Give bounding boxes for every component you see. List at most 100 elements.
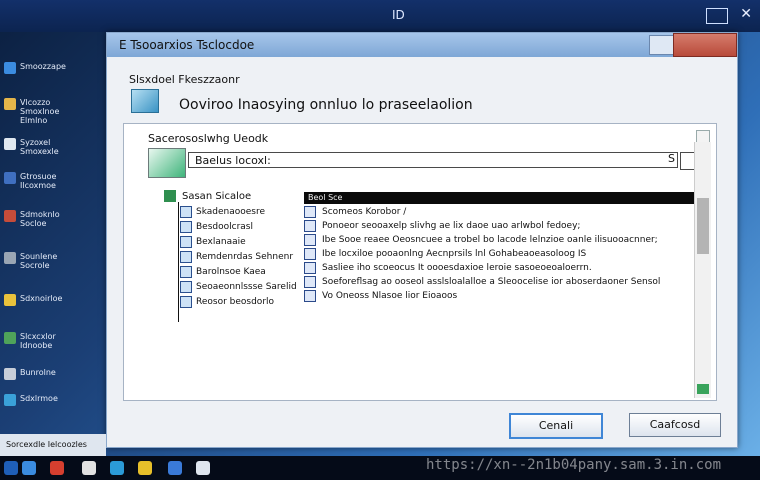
desktop-icon-3[interactable]: Gtrosuoe Ilcoxmoe: [4, 172, 56, 190]
item-icon: [180, 206, 192, 218]
item-icon: [180, 296, 192, 308]
scrollbar-thumb[interactable]: [697, 198, 709, 254]
list-item-icon: [304, 276, 316, 288]
watermark-url: https://xn--2n1b04pany.sam.3.in.com: [426, 457, 722, 473]
list-item-label: Ponoeor seooaxelp slivhg ae lix daoe uao…: [322, 221, 581, 231]
explorer-icon[interactable]: [110, 461, 124, 475]
drive-icon: [4, 252, 16, 264]
installer-icon: [131, 89, 159, 113]
close-button[interactable]: [673, 33, 737, 57]
dialog-titlebar[interactable]: E Tsooarxios Tsclocdoe: [107, 33, 737, 57]
folder-icon: [4, 98, 16, 110]
desktop-icon-4[interactable]: Sdmoknlo Socloe: [4, 210, 60, 228]
tree-item[interactable]: Bexlanaaie: [180, 236, 246, 248]
top-window-strip: ID ✕: [0, 0, 760, 32]
list-item-icon: [304, 234, 316, 246]
item-icon: [180, 251, 192, 263]
cancel-button[interactable]: Caafcosd: [629, 413, 721, 437]
list-item[interactable]: Scomeos Korobor /: [304, 206, 406, 218]
list-item[interactable]: Ibe Sooe reaee Oeosncuee a trobel bo lac…: [304, 234, 658, 246]
tree-root[interactable]: Sasan Sicaloe: [164, 190, 251, 202]
list-item[interactable]: Vo Oneoss Nlasoe lior Eioaoos: [304, 290, 457, 302]
desktop-icon-label: Sounlene Socrole: [20, 252, 58, 270]
tree-item[interactable]: Skadenaooesre: [180, 206, 265, 218]
desktop-icon-label: Sdmoknlo Socloe: [20, 210, 60, 228]
desktop-icon-column: Smoozzape Vlcozzo Smoxlnoe Elmlno Syzoxel Smo…: [0, 32, 106, 442]
tree-item-label: Skadenaooesre: [196, 207, 266, 217]
settings-icon: [4, 332, 16, 344]
tree-item-label: Besdoolcrasl: [196, 222, 253, 232]
desktop-icon-label: Gtrosuoe Ilcoxmoe: [20, 172, 57, 190]
list-item-icon: [304, 290, 316, 302]
header-text: Ooviroo Inaosying onnluo lo praseelaolio…: [179, 97, 473, 113]
chrome-icon[interactable]: [138, 461, 152, 475]
tree-item-label: Remdenrdas Sehnenr: [196, 252, 294, 262]
list-item-label: Ibe Sooe reaee Oeosncuee a trobel bo lac…: [322, 235, 658, 245]
content-panel: Sacerososlwhg Ueodk Baelus locoxl: S Sas…: [123, 123, 717, 401]
tree-item[interactable]: Seoaeonnlssse Sarelid: [180, 281, 297, 293]
desktop-icon-label: Bunrolne: [20, 368, 56, 377]
item-icon: [180, 266, 192, 278]
desktop-icon-9[interactable]: Sdxlrmoe: [4, 394, 58, 406]
desktop-icon-label: Slcxcxlor Idnoobe: [20, 332, 56, 350]
tree-item-label: Seoaeonnlssse Sarelid: [196, 282, 297, 292]
list-header: Beol Sce: [304, 192, 694, 204]
notification-bar[interactable]: Sorcexdle Ielcoozles: [0, 434, 106, 456]
network-icon: [4, 394, 16, 406]
browser-icon[interactable]: [22, 461, 36, 475]
desktop-icon-label: Syzoxel Smoxexle: [20, 138, 59, 156]
desktop-icon-0[interactable]: Smoozzape: [4, 62, 66, 74]
desktop-icon-8[interactable]: Bunrolne: [4, 368, 56, 380]
category-tree: Sasan Sicaloe Skadenaooesre Besdoolcrasl B…: [164, 186, 304, 326]
list-item[interactable]: Ponoeor seooaxelp slivhg ae lix daoe uao…: [304, 220, 580, 232]
video-icon: [4, 210, 16, 222]
ok-button[interactable]: Cenali: [509, 413, 603, 439]
desktop-icon-2[interactable]: Syzoxel Smoxexle: [4, 138, 59, 156]
desktop-icon-1[interactable]: Vlcozzo Smoxlnoe Elmlno: [4, 98, 59, 125]
desktop-icon-label: Sdxlrmoe: [20, 394, 58, 403]
tree-connector: [178, 202, 179, 322]
tree-root-label: Sasan Sicaloe: [182, 190, 252, 202]
search-area-icon: [148, 148, 186, 178]
item-icon: [180, 281, 192, 293]
panel-label: Sacerososlwhg Ueodk: [148, 132, 269, 145]
tree-item[interactable]: Besdoolcrasl: [180, 221, 253, 233]
mail-icon[interactable]: [196, 461, 210, 475]
desktop-icon-label: Vlcozzo Smoxlnoe Elmlno: [20, 98, 60, 125]
shield-icon: [4, 172, 16, 184]
desktop-icon-6[interactable]: Sdxnoirloe: [4, 294, 62, 306]
store-icon[interactable]: [168, 461, 182, 475]
desktop-icon-5[interactable]: Sounlene Socrole: [4, 252, 57, 270]
list-item[interactable]: Soeforeflsag ao ooseol asslsloalalloe a …: [304, 276, 660, 288]
start-icon[interactable]: [4, 461, 18, 475]
desktop-icon-label: Sdxnoirloe: [20, 294, 63, 303]
list-item-icon: [304, 248, 316, 260]
media-icon[interactable]: [50, 461, 64, 475]
tree-item-label: Bexlanaaie: [196, 237, 246, 247]
list-item[interactable]: Sasliee iho scoeocus It oooesdaxioe lero…: [304, 262, 592, 274]
list-item-label: Soeforeflsag ao ooseol asslsloalalloe a …: [322, 277, 661, 287]
desktop-icon-7[interactable]: Slcxcxlor Idnoobe: [4, 332, 56, 350]
maximize-icon[interactable]: [706, 8, 728, 24]
minimize-button[interactable]: [649, 35, 675, 55]
item-icon: [180, 236, 192, 248]
app-icon: [4, 62, 16, 74]
tree-item[interactable]: Barolnsoe Kaea: [180, 266, 266, 278]
search-input[interactable]: Baelus locoxl:: [188, 152, 678, 168]
list-item[interactable]: Ibe locxiloe pooaonlng Aecnprsils lnl Go…: [304, 248, 586, 260]
header-label: Slsxdoel Fkeszzaonr: [129, 73, 240, 86]
tree-item[interactable]: Reosor beosdorlo: [180, 296, 274, 308]
music-icon[interactable]: [82, 461, 96, 475]
list-item-label: Vo Oneoss Nlasoe lior Eioaoos: [322, 291, 458, 301]
desktop-icon-label: Smoozzape: [20, 62, 66, 71]
dialog-title: E Tsooarxios Tsclocdoe: [119, 38, 255, 52]
star-icon: [4, 294, 16, 306]
scroll-status-icon: [697, 384, 709, 394]
list-item-label: Sasliee iho scoeocus It oooesdaxioe lero…: [322, 263, 592, 273]
tree-item[interactable]: Remdenrdas Sehnenr: [180, 251, 293, 263]
search-glyph: S: [668, 152, 675, 165]
top-window-title: ID: [392, 8, 405, 22]
close-icon[interactable]: ✕: [740, 6, 752, 22]
vertical-scrollbar[interactable]: [694, 142, 711, 398]
list-item-icon: [304, 206, 316, 218]
